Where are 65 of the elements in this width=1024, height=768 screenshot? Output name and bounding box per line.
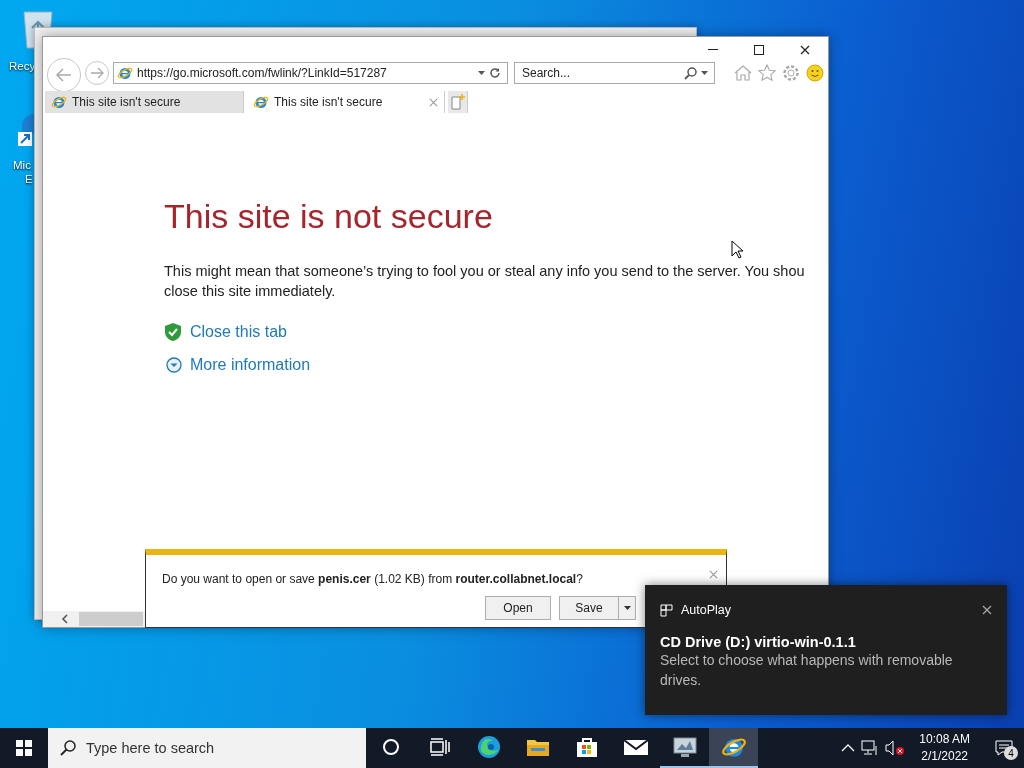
task-view-icon: [429, 738, 450, 756]
page-heading: This site is not secure: [164, 197, 494, 236]
open-button[interactable]: Open: [485, 596, 551, 620]
desktop-icon-label: Recy: [9, 59, 36, 73]
folder-icon: [525, 737, 550, 757]
close-icon: [800, 45, 810, 55]
wave-logo-icon: [476, 735, 501, 759]
smiley-icon: [806, 64, 824, 82]
close-icon: [982, 605, 992, 615]
star-icon: [758, 64, 776, 82]
chevron-down-circle-icon: [166, 357, 182, 373]
search-placeholder: Type here to search: [86, 740, 215, 756]
save-button[interactable]: Save: [559, 596, 619, 620]
refresh-icon: [489, 67, 501, 79]
search-field[interactable]: Search...: [514, 62, 715, 84]
volume-muted-icon: [885, 740, 906, 756]
maximize-icon: [754, 45, 764, 55]
browser-logo-icon: [51, 94, 67, 110]
monitor-icon: [672, 736, 697, 758]
save-options-button[interactable]: [618, 596, 636, 620]
clock[interactable]: 10:08 AM 2/1/2022: [911, 731, 978, 765]
windows-logo-icon: [16, 740, 32, 756]
envelope-icon: [623, 738, 648, 756]
taskbar-app-button[interactable]: [709, 728, 758, 768]
download-prompt: Do you want to open or save penis.cer (1.02 KB) from router.collabnet.local?: [162, 572, 584, 586]
close-bar-icon: [709, 570, 718, 579]
home-icon: [734, 65, 752, 81]
minimize-icon: [708, 49, 718, 51]
page-link[interactable]: More information: [190, 356, 311, 374]
new-tab-icon: [450, 94, 465, 110]
mouse-cursor-icon: [731, 240, 743, 259]
chevron-up-icon: [841, 744, 856, 752]
browser-logo-icon: [253, 94, 269, 110]
notification-count: 4: [1004, 746, 1018, 760]
search-icon: [60, 740, 76, 756]
page-link[interactable]: Close this tab: [190, 323, 287, 341]
browser-tab[interactable]: This site isn't secure: [45, 91, 244, 113]
toast-message: Select to choose what happens with removable drives.: [660, 651, 954, 690]
scroll-thumb[interactable]: [79, 612, 143, 626]
toast-app-name: AutoPlay: [681, 603, 733, 617]
shield-check-icon: [164, 322, 182, 342]
caret-icon: [701, 71, 708, 75]
network-icon: [861, 740, 880, 756]
message-icon: [995, 740, 1013, 756]
notifications-button[interactable]: 4: [984, 728, 1024, 768]
address-field[interactable]: https://go.microsoft.com/fwlink/?LinkId=517287: [113, 62, 508, 84]
desktop-icon-label: Mic: [13, 158, 31, 172]
gear-icon: [782, 64, 800, 82]
toast-title: CD Drive (D:) virtio-win-0.1.1: [660, 634, 857, 650]
caret-icon: [478, 71, 485, 75]
taskbar-search-field[interactable]: Type here to search: [48, 728, 366, 768]
desktop-icon-label: E: [25, 172, 33, 186]
search-icon: [684, 66, 697, 80]
warning-paragraph: This might mean that someone’s trying to fool you or steal any info you send to the server. You shou close this site immediately.: [164, 262, 806, 301]
url-text: https://go.microsoft.com/fwlink/?LinkId=517287: [137, 66, 388, 80]
autoplay-icon: [660, 603, 673, 617]
close-tab-icon: [429, 97, 438, 107]
arrow-left-icon: [55, 67, 73, 83]
browser-logo-icon: [117, 65, 133, 81]
shopping-bag-icon: [575, 736, 598, 758]
circle-icon: [381, 738, 400, 756]
notification-toast[interactable]: AutoPlay CD Drive (D:) virtio-win-0.1.1 Select to choose what happens with removable drives.: [645, 585, 1007, 715]
scroll-left-icon: [61, 614, 69, 624]
arrow-right-icon: [90, 67, 104, 79]
search-placeholder: Search...: [521, 66, 572, 80]
